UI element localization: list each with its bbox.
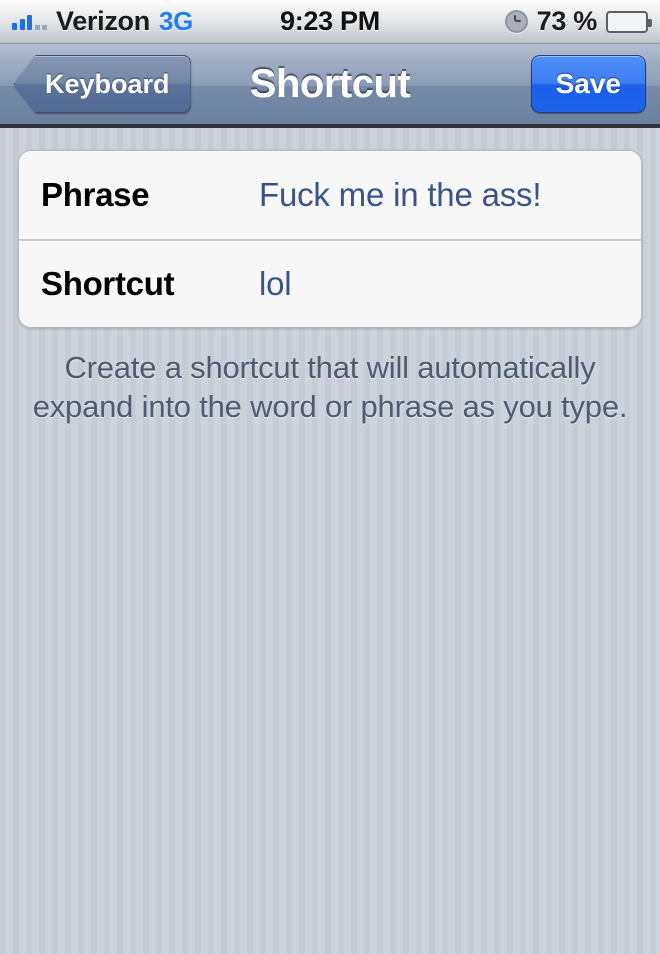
settings-group: Phrase Fuck me in the ass! Shortcut lol (18, 150, 642, 328)
row-label-phrase: Phrase (41, 176, 150, 213)
battery-icon (606, 10, 652, 33)
alarm-clock-icon (504, 10, 528, 33)
footer-description: Create a shortcut that will automaticall… (32, 350, 628, 424)
navigation-bar: Keyboard Shortcut Save (0, 44, 660, 128)
signal-bar-3 (27, 14, 32, 30)
iphone-screen: Verizon 3G 9:23 PM 73 % Keyboard Shortcu… (0, 0, 660, 954)
network-type-label: 3G (158, 6, 194, 36)
signal-bar-4 (34, 24, 40, 30)
status-bar: Verizon 3G 9:23 PM 73 % (0, 0, 660, 44)
save-button[interactable]: Save (530, 55, 646, 113)
signal-bar-2 (19, 18, 25, 30)
signal-bars-icon (12, 12, 47, 32)
content-area: Phrase Fuck me in the ass! Shortcut lol … (0, 128, 660, 426)
phrase-input[interactable]: Fuck me in the ass! (259, 176, 619, 214)
status-bar-left: Verizon 3G (12, 6, 193, 37)
back-button-wrapper: Keyboard (14, 55, 191, 113)
table-row-shortcut[interactable]: Shortcut lol (19, 239, 641, 327)
clock-time-label: 9:23 PM (280, 6, 380, 36)
carrier-label: Verizon (56, 6, 150, 36)
signal-bar-5 (42, 24, 47, 30)
signal-bar-1 (12, 22, 17, 30)
back-button-keyboard[interactable]: Keyboard (14, 55, 191, 113)
row-label-shortcut: Shortcut (41, 265, 175, 302)
table-row-phrase[interactable]: Phrase Fuck me in the ass! (19, 151, 641, 239)
status-bar-right: 73 % (504, 6, 652, 37)
battery-percent-label: 73 % (536, 6, 598, 36)
shortcut-input[interactable]: lol (259, 265, 619, 303)
